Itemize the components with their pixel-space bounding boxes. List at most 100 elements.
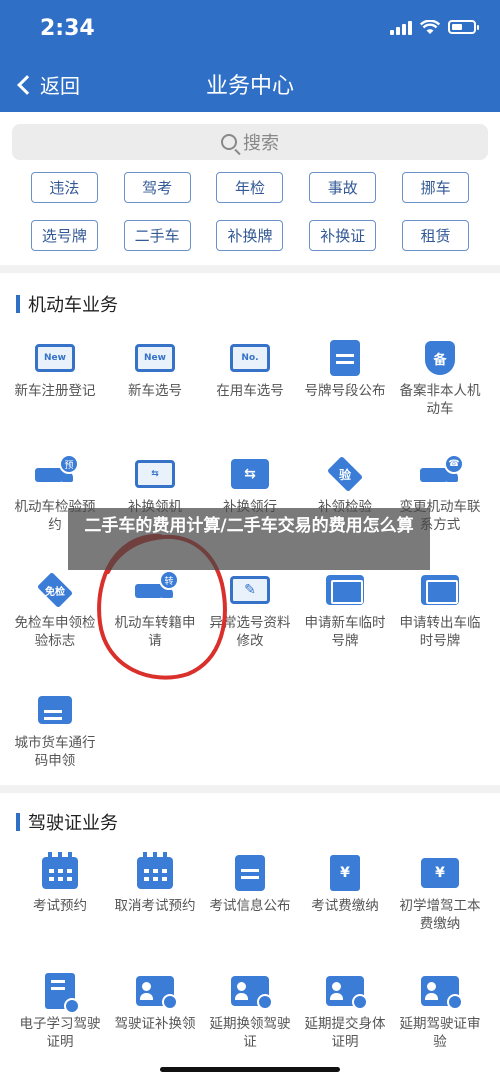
chip-select-plate[interactable]: 选号牌 [30, 220, 98, 251]
delay-renew-icon [231, 976, 273, 1010]
divider [0, 785, 500, 793]
item-label: 机动车转籍申请 [114, 615, 196, 649]
grid-item-delay-review[interactable]: 延期驾驶证审验 [390, 973, 490, 1051]
item-label: 考试信息公布 [209, 898, 291, 914]
grid-item-abnormal-number-edit[interactable]: ✎ 异常选号资料修改 [200, 572, 300, 650]
grid-item-cargo-pass[interactable]: 城市货车通行码申领 [5, 692, 105, 770]
delay-review-icon [421, 976, 463, 1010]
search-placeholder: 搜索 [243, 133, 279, 154]
exchange-card-icon: ⇆ [135, 460, 175, 488]
cancel-calendar-icon [137, 852, 173, 889]
cost-fee-icon: ¥ [421, 858, 459, 888]
item-label: 城市货车通行码申领 [14, 735, 96, 769]
status-time: 2:34 [40, 16, 95, 41]
grid-item-replace-card[interactable]: ⇆ 补换领机 [105, 456, 205, 516]
chip-annual-inspection[interactable]: 年检 [216, 172, 284, 203]
item-label: 延期换领驾驶证 [209, 1016, 291, 1050]
grid-item-exam-info[interactable]: 考试信息公布 [200, 855, 300, 915]
number-card-icon: No. [230, 344, 270, 372]
license-replace-icon [136, 976, 178, 1010]
divider [0, 265, 500, 273]
edit-screen-icon: ✎ [230, 576, 270, 604]
grid-item-record-vehicle[interactable]: 备 备案非本人机动车 [390, 340, 490, 418]
exchange-vehicle-icon: ⇆ [231, 459, 269, 489]
truck-transfer-icon: 转 [135, 570, 179, 602]
chip-used-car[interactable]: 二手车 [123, 220, 191, 251]
grid-item-exempt-inspection[interactable]: 免检 免检车申领检验标志 [5, 571, 105, 650]
chip-driving-test[interactable]: 驾考 [123, 172, 191, 203]
chip-accident[interactable]: 事故 [309, 172, 377, 203]
fee-receipt-icon: ¥ [330, 855, 360, 891]
app-header: 2:34 返回 业务中心 [0, 0, 500, 112]
item-label: 新车选号 [128, 383, 182, 399]
chip-replace-plate[interactable]: 补换牌 [216, 220, 284, 251]
chip-violation[interactable]: 违法 [30, 172, 98, 203]
item-label: 延期提交身体证明 [304, 1016, 386, 1050]
item-label: 电子学习驾驶证明 [19, 1016, 101, 1050]
chip-move-car[interactable]: 挪车 [402, 172, 470, 203]
truck-appointment-icon: 预 [35, 454, 79, 486]
item-label: 考试费缴纳 [311, 898, 379, 914]
section-title: 驾驶证业务 [28, 813, 118, 834]
grid-item-replace-vehicle[interactable]: ⇆ 补换领行 [200, 456, 300, 516]
temp-plate-icon [326, 575, 364, 605]
quick-chips: 违法 驾考 年检 事故 挪车 选号牌 二手车 补换牌 补换证 租赁 [0, 172, 500, 268]
item-label: 申请转出车临时号牌 [399, 615, 481, 649]
section-header-license: 驾驶证业务 [16, 809, 118, 835]
grid-item-new-car-number[interactable]: New 新车选号 [105, 340, 205, 400]
battery-icon [448, 20, 479, 34]
temp-plate-out-icon [421, 575, 459, 605]
new-card-icon: New [135, 344, 175, 372]
signal-icon [390, 19, 412, 35]
grid-item-temp-plate-out[interactable]: 申请转出车临时号牌 [390, 572, 490, 650]
new-card-check-icon: New [35, 344, 75, 372]
e-learning-icon [45, 973, 80, 1014]
delay-health-icon [326, 976, 368, 1010]
overlay-caption: 二手车的费用计算/二手车交易的费用怎么算 [68, 508, 430, 570]
chip-rental[interactable]: 租赁 [402, 220, 470, 251]
grid-item-exam-appointment[interactable]: 考试预约 [10, 852, 110, 915]
item-label: 异常选号资料修改 [209, 615, 291, 649]
grid-item-delay-health[interactable]: 延期提交身体证明 [295, 973, 395, 1051]
exam-info-icon [235, 855, 265, 891]
grid-item-cancel-exam[interactable]: 取消考试预约 [105, 852, 205, 915]
document-announce-icon [330, 340, 360, 376]
item-label: 申请新车临时号牌 [304, 615, 386, 649]
item-label: 延期驾驶证审验 [399, 1016, 481, 1050]
grid-item-delay-renew[interactable]: 延期换领驾驶证 [200, 973, 300, 1051]
shield-record-icon: 备 [425, 341, 455, 375]
grid-item-exam-fee[interactable]: ¥ 考试费缴纳 [295, 855, 395, 915]
item-label: 考试预约 [33, 898, 87, 914]
grid-item-in-use-number[interactable]: No. 在用车选号 [200, 340, 300, 400]
item-label: 免检车申领检验标志 [14, 615, 96, 649]
status-icons [390, 19, 479, 35]
search-icon [221, 134, 237, 150]
section-title: 机动车业务 [28, 295, 118, 316]
grid-item-e-learning[interactable]: 电子学习驾驶证明 [10, 973, 110, 1051]
exam-calendar-icon [42, 852, 78, 889]
item-label: 初学增驾工本费缴纳 [399, 898, 481, 932]
item-label: 号牌号段公布 [304, 383, 386, 399]
truck-phone-icon: ☎ [420, 454, 464, 486]
wifi-icon [420, 19, 440, 34]
home-indicator[interactable] [160, 1067, 340, 1072]
grid-item-transfer-registration[interactable]: 转 机动车转籍申请 [105, 570, 205, 650]
item-label: 备案非本人机动车 [399, 383, 481, 417]
grid-item-license-replace[interactable]: 驾驶证补换领 [105, 973, 205, 1033]
item-label: 新车注册登记 [14, 383, 96, 399]
grid-item-cost-fee[interactable]: ¥ 初学增驾工本费缴纳 [390, 855, 490, 933]
grid-item-plate-range[interactable]: 号牌号段公布 [295, 340, 395, 400]
search-input[interactable]: 搜索 [12, 124, 488, 160]
grid-item-new-car-registration[interactable]: New 新车注册登记 [5, 340, 105, 400]
item-label: 驾驶证补换领 [114, 1016, 196, 1032]
page-title: 业务中心 [205, 74, 294, 99]
cargo-truck-icon [38, 696, 72, 724]
item-label: 取消考试预约 [114, 898, 196, 914]
chip-replace-license[interactable]: 补换证 [309, 220, 377, 251]
section-bar [16, 295, 20, 313]
grid-item-temp-plate-new[interactable]: 申请新车临时号牌 [295, 572, 395, 650]
item-label: 在用车选号 [216, 383, 284, 399]
section-header-vehicle: 机动车业务 [16, 291, 118, 317]
section-bar [16, 813, 20, 831]
grid-item-inspection-label[interactable]: 验 补领检验 [295, 455, 395, 516]
